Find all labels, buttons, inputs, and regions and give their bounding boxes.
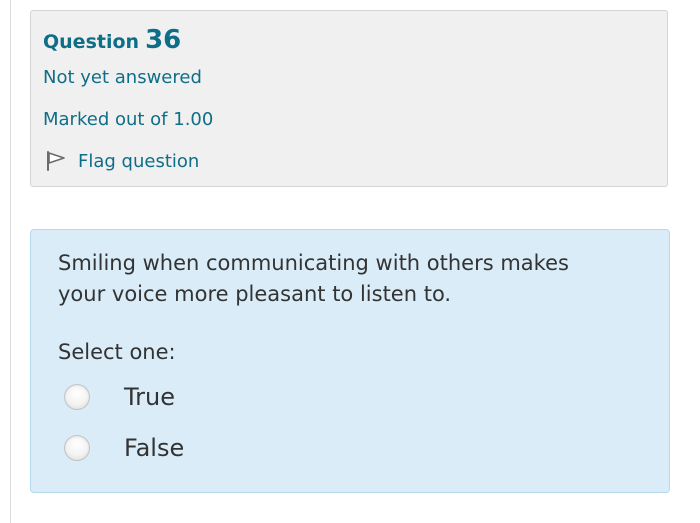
- question-number: 36: [145, 25, 182, 55]
- answer-option-label[interactable]: False: [124, 434, 184, 462]
- left-divider: [10, 0, 11, 523]
- question-heading: Question 36: [43, 25, 181, 55]
- question-content-panel: Smiling when communicating with others m…: [30, 229, 670, 493]
- flag-icon: [45, 150, 67, 172]
- select-prompt: Select one:: [58, 340, 176, 364]
- answer-option-false[interactable]: False: [64, 431, 184, 465]
- flag-question-label: Flag question: [78, 150, 200, 172]
- question-text: Smiling when communicating with others m…: [58, 251, 569, 306]
- radio-true[interactable]: [64, 384, 90, 410]
- question-label: Question: [43, 31, 140, 53]
- radio-false[interactable]: [64, 435, 90, 461]
- marks-info: Marked out of 1.00: [43, 109, 214, 130]
- flag-question-link[interactable]: Flag question: [45, 149, 199, 173]
- answer-option-label[interactable]: True: [124, 383, 175, 411]
- question-info-panel: Question 36 Not yet answered Marked out o…: [30, 10, 668, 187]
- answer-status: Not yet answered: [43, 67, 202, 88]
- answer-option-true[interactable]: True: [64, 380, 175, 414]
